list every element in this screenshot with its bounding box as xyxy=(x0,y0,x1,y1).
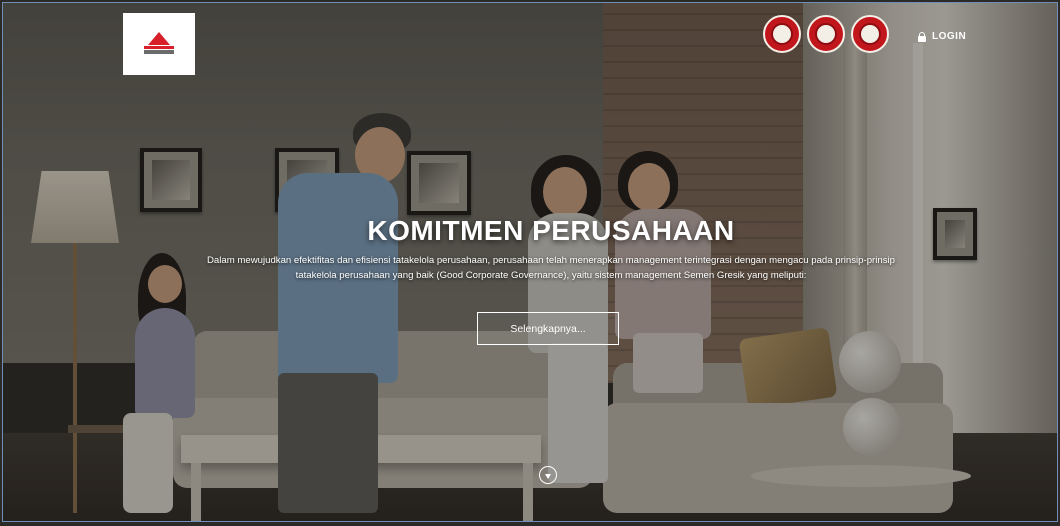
certification-seal-icon xyxy=(763,15,801,53)
certification-badges xyxy=(763,15,889,53)
login-label: LOGIN xyxy=(932,31,967,42)
hero-description: Dalam mewujudkan efektifitas dan efisien… xyxy=(207,255,895,281)
certification-seal-icon xyxy=(807,15,845,53)
company-logo[interactable] xyxy=(123,13,195,75)
scroll-down-icon xyxy=(545,473,551,479)
lock-icon xyxy=(918,32,926,42)
hero-title: KOMITMEN PERUSAHAAN xyxy=(367,215,735,246)
hero-section: KOMITMEN PERUSAHAAN Dalam mewujudkan efe… xyxy=(3,215,1057,283)
login-link[interactable]: LOGIN xyxy=(918,31,966,42)
scroll-down-button[interactable] xyxy=(539,466,557,484)
landing-page: LOGIN KOMITMEN PERUSAHAAN Dalam mewujudk… xyxy=(2,2,1058,522)
certification-seal-icon xyxy=(851,15,889,53)
semen-indonesia-logo-icon xyxy=(142,32,176,56)
read-more-button[interactable]: Selengkapnya... xyxy=(477,312,619,345)
